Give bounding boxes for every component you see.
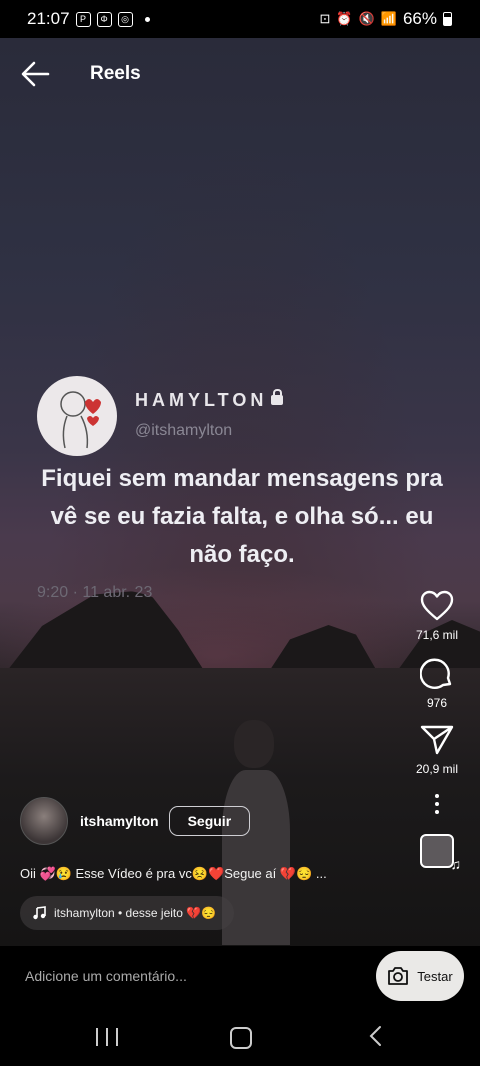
app-notification-icon-2: Φ: [96, 11, 112, 27]
dot: [435, 794, 439, 798]
comment-bar: Adicione um comentário... Testar: [0, 946, 480, 1008]
card-text: Fiquei sem mandar mensagens pra vê se eu…: [41, 465, 443, 568]
comment-button[interactable]: 976: [420, 656, 454, 710]
mute-icon: 🔇: [358, 11, 375, 26]
share-button[interactable]: 20,9 mil: [416, 724, 458, 776]
dot: [435, 802, 439, 806]
card-handle: @itshamylton: [135, 422, 233, 439]
home-button[interactable]: [230, 1027, 252, 1049]
reel-caption[interactable]: Oii 💞😢 Esse Vídeo é pra vc😣❤️Segue aí 💔😔…: [20, 866, 327, 882]
follow-button[interactable]: Seguir: [168, 806, 251, 836]
status-bar: 21:07 P Φ ◎ ⊡ ⏰ 🔇 📶 66%: [0, 0, 480, 38]
camera-icon: [388, 967, 409, 985]
app-notification-icon: P: [75, 11, 91, 27]
author-row: itshamylton Seguir: [20, 797, 251, 845]
music-note-icon: ♫: [450, 856, 462, 872]
status-right: ⊡ ⏰ 🔇 📶 66%: [319, 9, 452, 29]
instagram-icon: ◎: [117, 11, 133, 27]
action-rail: 71,6 mil 976 20,9 mil ♫: [408, 590, 466, 872]
comment-bubble-icon: [420, 658, 452, 689]
comment-input[interactable]: Adicione um comentário...: [25, 968, 187, 984]
drawn-character-icon: [60, 391, 101, 449]
comment-count: 976: [426, 696, 448, 710]
person-head: [234, 720, 274, 768]
recent-apps-button[interactable]: [96, 1028, 118, 1046]
page-title: Reels: [90, 63, 141, 84]
try-label: Testar: [417, 968, 453, 984]
audio-thumbnail[interactable]: ♫: [420, 834, 461, 872]
music-note-icon: [33, 906, 46, 920]
wifi-icon: 📶: [380, 11, 397, 26]
clock: 21:07: [27, 9, 70, 28]
audio-label: itshamylton • desse jeito 💔😔: [54, 906, 217, 920]
battery-icon: [443, 12, 452, 26]
status-left: 21:07 P Φ ◎: [27, 9, 150, 29]
system-nav-bar: [0, 1008, 480, 1066]
more-notifications-dot: [144, 16, 150, 22]
paper-plane-icon: [420, 725, 454, 755]
back-arrow-icon[interactable]: [20, 60, 50, 88]
card-display-name-text: HAMYLTON: [135, 390, 268, 410]
author-avatar[interactable]: [20, 797, 68, 845]
like-button[interactable]: 71,6 mil: [416, 590, 458, 642]
reels-screen: 21:07 P Φ ◎ ⊡ ⏰ 🔇 📶 66% Reels HAMYLTON @…: [0, 0, 480, 1066]
card-avatar: [37, 376, 117, 456]
like-count: 71,6 mil: [415, 628, 459, 642]
battery-level: 66%: [402, 9, 437, 28]
data-saver-icon: ⊡: [319, 11, 331, 26]
share-count: 20,9 mil: [415, 762, 459, 776]
dot: [435, 810, 439, 814]
system-back-button[interactable]: [366, 1025, 386, 1047]
audio-pill[interactable]: itshamylton • desse jeito 💔😔: [20, 896, 235, 930]
try-effect-button[interactable]: Testar: [376, 951, 464, 1001]
author-username[interactable]: itshamylton: [80, 813, 159, 829]
heart-icon: [420, 590, 454, 621]
card-date: 9:20 · 11 abr. 23: [37, 584, 153, 601]
card-display-name: HAMYLTON: [135, 389, 284, 411]
lock-icon: [271, 389, 284, 406]
reels-header: Reels: [20, 60, 141, 88]
more-options-icon[interactable]: [435, 794, 439, 814]
alarm-icon: ⏰: [336, 11, 353, 26]
